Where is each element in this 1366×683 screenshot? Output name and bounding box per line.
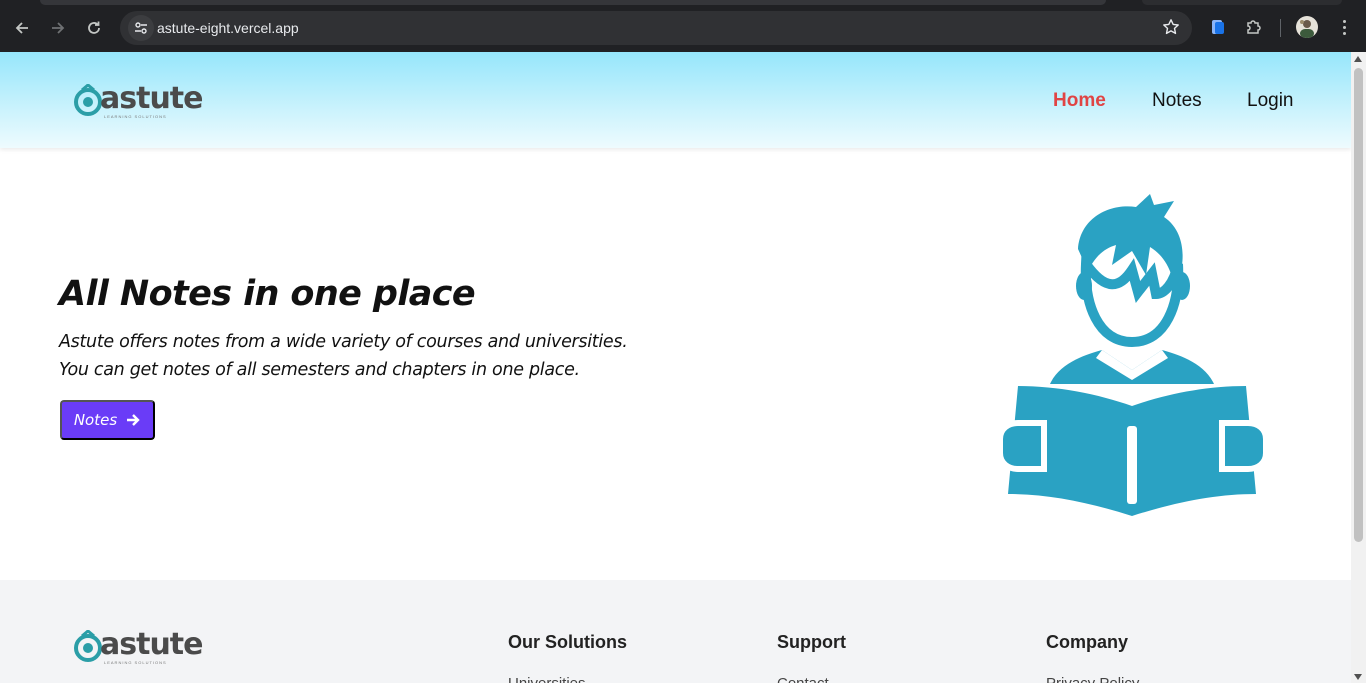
- profile-avatar[interactable]: [1296, 16, 1318, 38]
- puzzle-icon: [1247, 20, 1261, 34]
- other-tab-edge[interactable]: [1142, 0, 1342, 5]
- arrow-right-icon: [52, 22, 65, 34]
- scroll-up-arrow[interactable]: [1354, 56, 1362, 62]
- arrow-right-icon: [127, 414, 140, 426]
- footer-link-contact[interactable]: Contact: [777, 675, 829, 683]
- star-icon: [1163, 19, 1179, 35]
- logo-tagline: LEARNING SOLUTIONS: [104, 114, 167, 119]
- footer-heading-company: Company: [1046, 632, 1129, 652]
- footer-logo[interactable]: astute LEARNING SOLUTIONS: [74, 628, 203, 666]
- page-viewport: astute LEARNING SOLUTIONS Home Notes Log…: [0, 52, 1351, 683]
- reload-button[interactable]: [80, 14, 108, 42]
- avatar-icon: [1300, 20, 1314, 38]
- site-footer: astute LEARNING SOLUTIONS Our Solutions …: [0, 580, 1351, 683]
- browser-menu-button[interactable]: [1334, 16, 1354, 38]
- address-bar[interactable]: astute-eight.vercel.app: [120, 11, 1192, 45]
- footer-logo-text: astute: [100, 627, 203, 662]
- notes-button[interactable]: Notes: [60, 400, 155, 440]
- logo-text: astute: [100, 81, 203, 116]
- scroll-down-arrow[interactable]: [1354, 674, 1362, 680]
- site-header: astute LEARNING SOLUTIONS Home Notes Log…: [0, 52, 1351, 148]
- nav-home[interactable]: Home: [1053, 90, 1106, 112]
- footer-heading-support: Support: [777, 632, 846, 652]
- footer-link-privacy[interactable]: Privacy Policy: [1046, 675, 1139, 683]
- toolbar-divider: [1280, 19, 1281, 37]
- footer-logo-tagline: LEARNING SOLUTIONS: [104, 660, 167, 665]
- site-info-button[interactable]: [128, 15, 154, 41]
- forward-button[interactable]: [44, 14, 72, 42]
- reload-icon: [88, 21, 100, 34]
- reading-person-illustration: [997, 194, 1269, 516]
- hero-title-pre: All: [59, 274, 120, 314]
- extension-docs-button[interactable]: [1207, 16, 1229, 38]
- logo[interactable]: astute LEARNING SOLUTIONS: [74, 82, 203, 120]
- bookmark-star-button[interactable]: [1162, 18, 1180, 41]
- url-text[interactable]: astute-eight.vercel.app: [157, 20, 299, 36]
- footer-heading-solutions: Our Solutions: [508, 632, 627, 652]
- browser-toolbar: astute-eight.vercel.app: [0, 0, 1366, 52]
- scroll-thumb[interactable]: [1354, 68, 1363, 542]
- arrow-left-icon: [15, 22, 28, 34]
- nav-login[interactable]: Login: [1247, 90, 1294, 112]
- active-tab-edge[interactable]: [40, 0, 1106, 5]
- hero-description: Astute offers notes from a wide variety …: [59, 332, 628, 380]
- extensions-button[interactable]: [1243, 16, 1265, 38]
- back-button[interactable]: [8, 14, 36, 42]
- tune-icon: [135, 22, 147, 34]
- hero-title-bold: Notes: [119, 274, 232, 314]
- footer-link-universities[interactable]: Universities: [508, 675, 586, 683]
- hero-title-post: in one place: [231, 274, 476, 314]
- docs-extension-icon: [1212, 20, 1224, 34]
- hero-title: All Notes in one place: [59, 274, 476, 314]
- notes-button-label: Notes: [73, 411, 118, 429]
- page-scrollbar[interactable]: [1351, 52, 1366, 683]
- nav-notes[interactable]: Notes: [1152, 90, 1202, 112]
